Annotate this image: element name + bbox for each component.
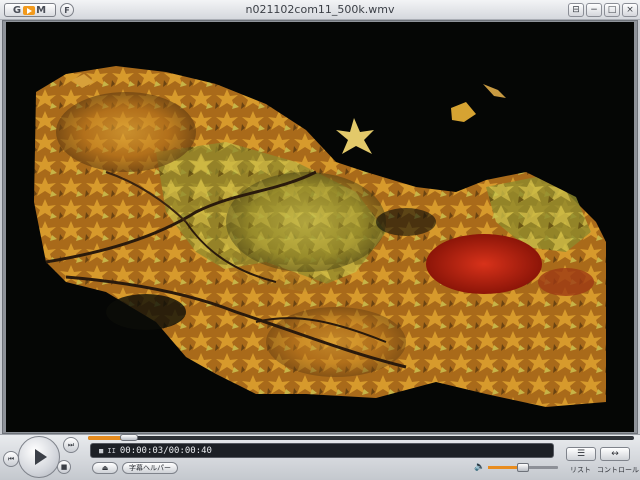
minimize-button[interactable]: −: [586, 3, 602, 17]
stop-button[interactable]: ■: [57, 460, 71, 474]
title-bar: GM F n021102com11_500k.wmv ⊟ − □ ×: [0, 0, 640, 20]
control-panel-button[interactable]: ↔: [600, 447, 630, 461]
volume-slider[interactable]: [488, 463, 558, 472]
video-frame-image: [6, 22, 634, 432]
window-title: n021102com11_500k.wmv: [245, 3, 395, 16]
restore-icon[interactable]: ⊟: [568, 3, 584, 17]
seek-thumb[interactable]: [119, 434, 138, 441]
playlist-button[interactable]: ☰: [566, 447, 596, 461]
eject-button[interactable]: ⏏: [92, 462, 118, 474]
play-button[interactable]: [18, 436, 60, 478]
status-display: ■ II 00:00:03/00:00:40: [90, 443, 554, 458]
video-display[interactable]: [6, 22, 634, 432]
volume-thumb[interactable]: [517, 463, 529, 472]
close-button[interactable]: ×: [622, 3, 638, 17]
time-display: 00:00:03/00:00:40: [119, 445, 212, 456]
playback-state-icon: ■ II: [99, 446, 116, 455]
subtitle-helper-button[interactable]: 字幕ヘルパー: [122, 462, 178, 474]
next-button[interactable]: ⏭: [63, 437, 79, 453]
control-label: コントロール: [597, 466, 639, 474]
prev-button[interactable]: ⏮: [3, 451, 19, 467]
speaker-icon[interactable]: 🔈: [474, 462, 486, 472]
maximize-button[interactable]: □: [604, 3, 620, 17]
list-label: リスト: [570, 466, 591, 474]
seek-bar[interactable]: [88, 434, 634, 441]
